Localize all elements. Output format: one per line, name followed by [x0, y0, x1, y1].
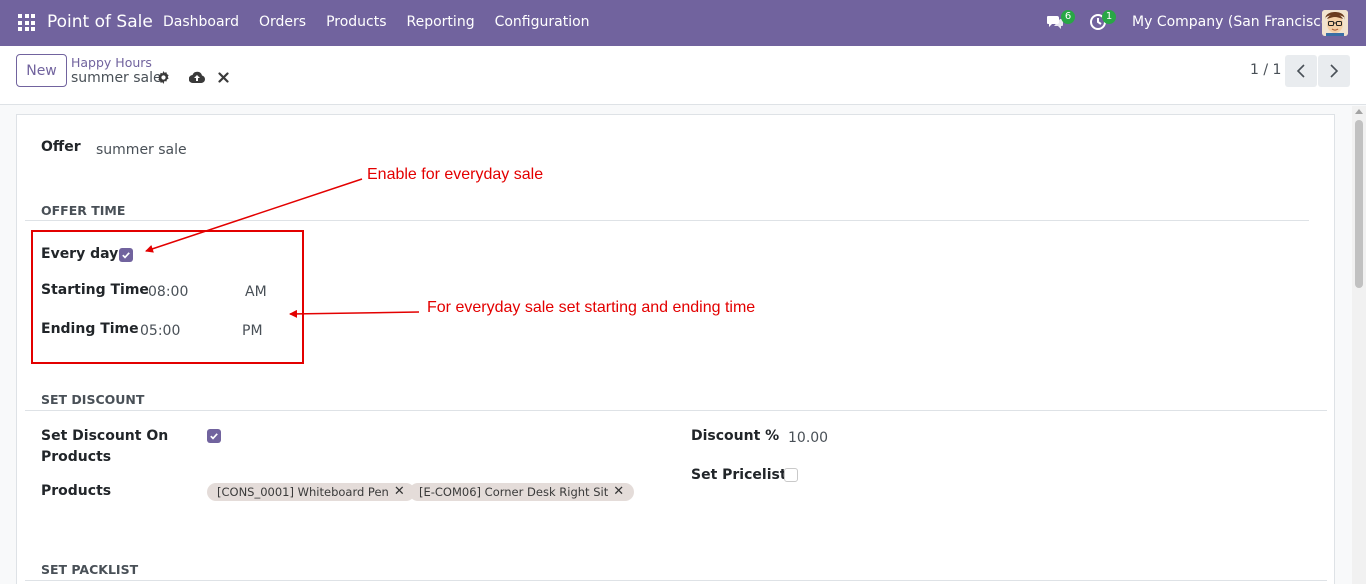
chevron-right-icon — [1330, 64, 1339, 78]
set-discount-section-title: SET DISCOUNT — [41, 392, 145, 407]
gear-icon[interactable] — [157, 71, 170, 84]
product-tag[interactable]: [CONS_0001] Whiteboard Pen ✕ — [207, 483, 415, 501]
set-discount-on-checkbox[interactable] — [207, 429, 221, 443]
products-label: Products — [41, 483, 112, 499]
cloud-upload-icon[interactable] — [189, 71, 205, 84]
annotation-everyday-text: Enable for everyday sale — [367, 166, 544, 183]
user-avatar[interactable] — [1322, 10, 1348, 36]
offer-label: Offer — [41, 139, 81, 155]
discard-icon[interactable] — [218, 72, 229, 83]
menu-item-orders[interactable]: Orders — [249, 14, 316, 30]
company-switcher[interactable]: My Company (San Francisco) — [1132, 14, 1335, 30]
product-tag-label: [CONS_0001] Whiteboard Pen — [217, 485, 389, 499]
menu-item-configuration[interactable]: Configuration — [485, 14, 600, 30]
scroll-up-arrow-icon[interactable] — [1355, 109, 1363, 114]
top-navbar: Point of Sale Dashboard Orders Products … — [0, 0, 1366, 46]
annotation-highlight-box — [31, 230, 304, 364]
product-tag[interactable]: [E-COM06] Corner Desk Right Sit ✕ — [409, 483, 635, 501]
main-menu: Dashboard Orders Products Reporting Conf… — [153, 14, 600, 30]
apps-menu-icon[interactable] — [18, 14, 35, 31]
chevron-left-icon — [1296, 64, 1305, 78]
discount-field[interactable]: 10.00 — [788, 430, 828, 446]
page-scrollbar[interactable] — [1352, 106, 1366, 584]
new-button[interactable]: New — [16, 54, 67, 87]
pager-previous-button[interactable] — [1285, 55, 1317, 87]
set-discount-on-label-line2: Products — [41, 449, 112, 465]
breadcrumb-parent[interactable]: Happy Hours — [71, 55, 152, 70]
menu-item-products[interactable]: Products — [316, 14, 396, 30]
set-discount-on-label-line1: Set Discount On — [41, 428, 169, 444]
activities-count-badge: 1 — [1102, 10, 1116, 24]
product-tag-label: [E-COM06] Corner Desk Right Sit — [419, 485, 609, 499]
set-pricelist-checkbox[interactable] — [784, 468, 798, 482]
check-icon — [210, 433, 218, 440]
menu-item-reporting[interactable]: Reporting — [397, 14, 485, 30]
scrollbar-thumb[interactable] — [1355, 120, 1363, 288]
remove-tag-icon[interactable]: ✕ — [613, 483, 624, 501]
pager-value[interactable]: 1 / 1 — [1250, 62, 1281, 78]
remove-tag-icon[interactable]: ✕ — [394, 483, 405, 501]
messages-count-badge: 6 — [1061, 10, 1075, 24]
pager-next-button[interactable] — [1318, 55, 1350, 87]
set-packlist-section-title: SET PACKLIST — [41, 562, 139, 577]
annotation-times-text: For everyday sale set starting and endin… — [427, 299, 756, 316]
offer-field[interactable]: summer sale — [96, 142, 187, 158]
breadcrumb-current: summer sale — [71, 70, 162, 86]
discount-label: Discount % — [691, 428, 780, 444]
control-panel: New Happy Hours summer sale 1 / 1 — [0, 46, 1366, 105]
app-brand[interactable]: Point of Sale — [47, 12, 153, 32]
menu-item-dashboard[interactable]: Dashboard — [153, 14, 249, 30]
offer-time-section-title: OFFER TIME — [41, 203, 126, 218]
set-pricelist-label: Set Pricelist — [691, 467, 787, 483]
offer-time-separator — [25, 220, 1309, 221]
set-discount-separator — [25, 410, 1327, 411]
set-packlist-separator — [25, 580, 1327, 581]
